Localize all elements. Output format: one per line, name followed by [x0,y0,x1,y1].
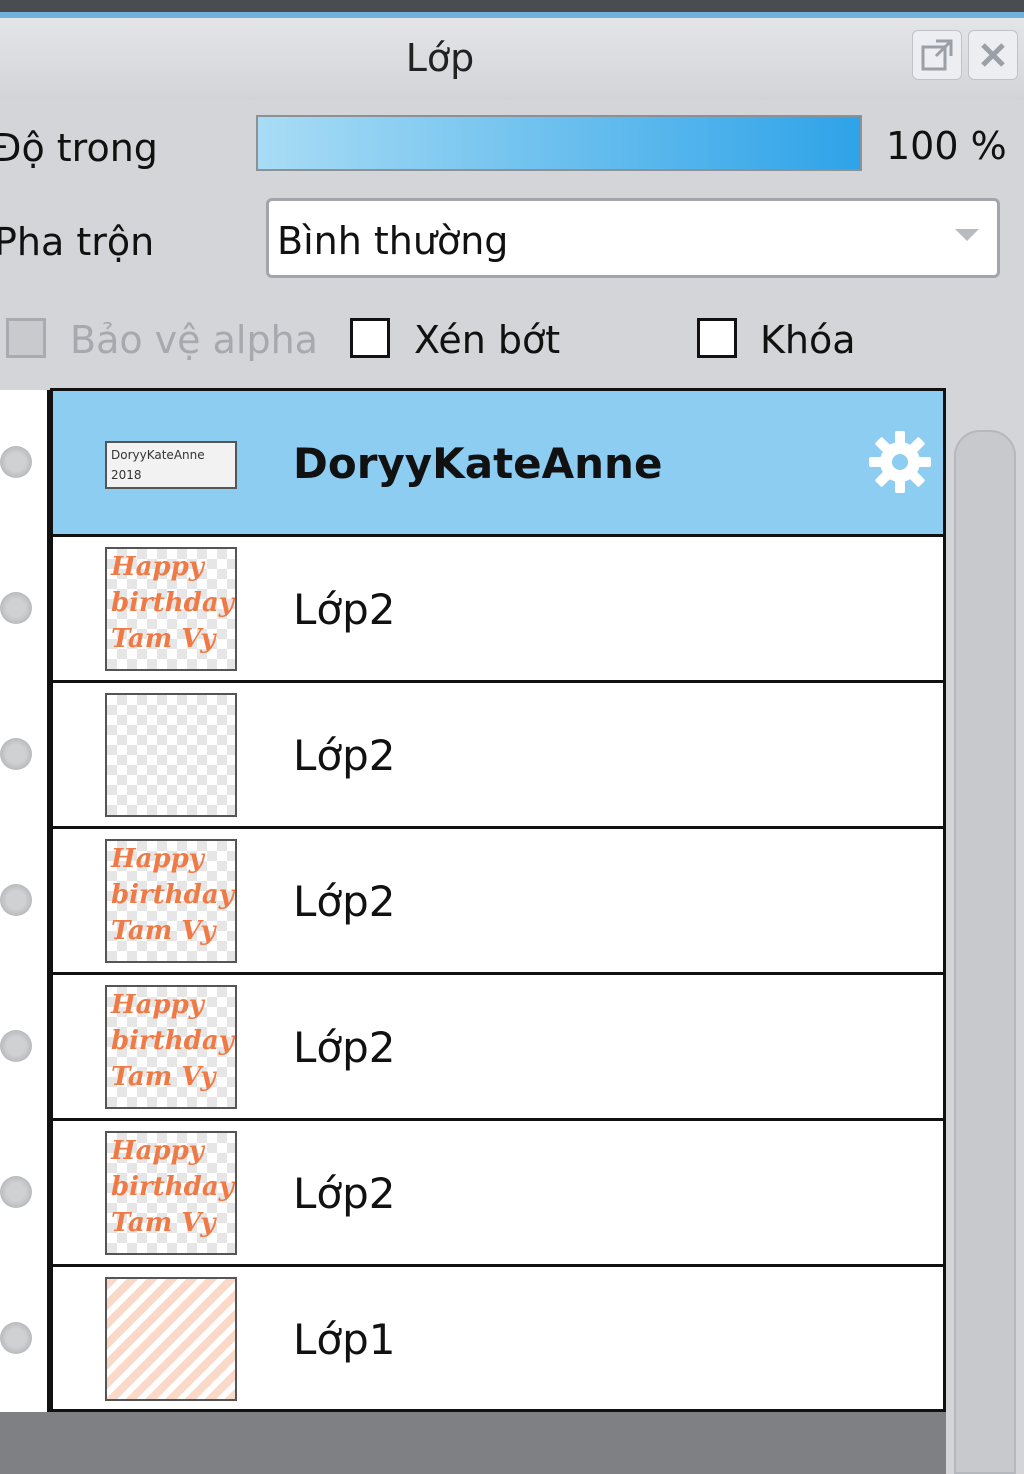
blend-mode-value: Bình thường [277,219,509,263]
close-icon[interactable] [968,30,1018,80]
close-icon-svg [981,43,1005,67]
layer-thumbnail-text: Happy birthday Tam Vy [111,844,234,946]
eye-icon[interactable] [0,884,32,916]
layer-name: Lớp2 [293,1169,396,1218]
layer-name: Lớp2 [293,877,396,926]
layer-thumbnail-text: DoryyKateAnne 2018 [111,448,205,482]
opacity-slider-fill [258,117,860,169]
popout-icon-svg [921,39,953,71]
layer-row[interactable]: Lớp2 [53,683,943,829]
layer-thumbnail: DoryyKateAnne 2018 [105,441,237,489]
blend-mode-label: Pha trộn [0,220,155,264]
layer-row[interactable]: Happy birthday Tam Vy Lớp2 [53,1121,943,1267]
protect-alpha-label: Bảo vệ alpha [70,318,318,362]
opacity-value: 100 % [886,124,1007,168]
layer-name: Lớp1 [293,1315,396,1364]
popout-icon[interactable] [912,30,962,80]
lock-label: Khóa [760,318,856,362]
eye-icon[interactable] [0,1030,32,1062]
layer-row[interactable]: Happy birthday Tam Vy Lớp2 [53,829,943,975]
panel-title: Lớp [405,36,475,80]
layer-row[interactable]: Happy birthday Tam Vy Lớp2 [53,537,943,683]
visibility-column [0,390,50,1412]
layer-list-footer [0,1412,946,1474]
gear-icon[interactable] [867,429,933,495]
layers-panel: Lớp Độ trong 100 % Pha trộn Bình thường … [0,0,1024,1474]
opacity-slider[interactable] [256,115,862,171]
protect-alpha-checkbox[interactable] [6,318,46,358]
layer-thumbnail: Happy birthday Tam Vy [105,1131,237,1255]
layer-thumbnail: Happy birthday Tam Vy [105,839,237,963]
layer-thumbnail [105,1277,237,1401]
layer-list: DoryyKateAnne 2018 DoryyKateAnne Happy b… [50,388,946,1412]
window-top-border [0,0,1024,12]
lock-checkbox[interactable] [697,318,737,358]
opacity-label: Độ trong [0,126,158,170]
layer-row[interactable]: Lớp1 [53,1267,943,1409]
layer-row[interactable]: Happy birthday Tam Vy Lớp2 [53,975,943,1121]
layer-name: Lớp2 [293,731,396,780]
layer-thumbnail: Happy birthday Tam Vy [105,547,237,671]
layer-row[interactable]: DoryyKateAnne 2018 DoryyKateAnne [53,391,943,537]
layer-thumbnail-text: Happy birthday Tam Vy [111,990,234,1092]
layer-name: Lớp2 [293,1023,396,1072]
eye-icon[interactable] [0,1176,32,1208]
clipping-checkbox[interactable] [350,318,390,358]
layer-name: DoryyKateAnne [293,439,663,488]
layer-thumbnail-text: Happy birthday Tam Vy [111,1136,234,1238]
eye-icon[interactable] [0,738,32,770]
scrollbar-thumb[interactable] [954,430,1016,1474]
eye-icon[interactable] [0,446,32,478]
eye-icon[interactable] [0,592,32,624]
clipping-label: Xén bớt [414,318,561,362]
chevron-down-icon [955,229,979,241]
layer-thumbnail [105,693,237,817]
eye-icon[interactable] [0,1322,32,1354]
layer-thumbnail: Happy birthday Tam Vy [105,985,237,1109]
layer-name: Lớp2 [293,585,396,634]
blend-mode-select[interactable]: Bình thường [266,198,1000,278]
layer-thumbnail-text: Happy birthday Tam Vy [111,552,234,654]
